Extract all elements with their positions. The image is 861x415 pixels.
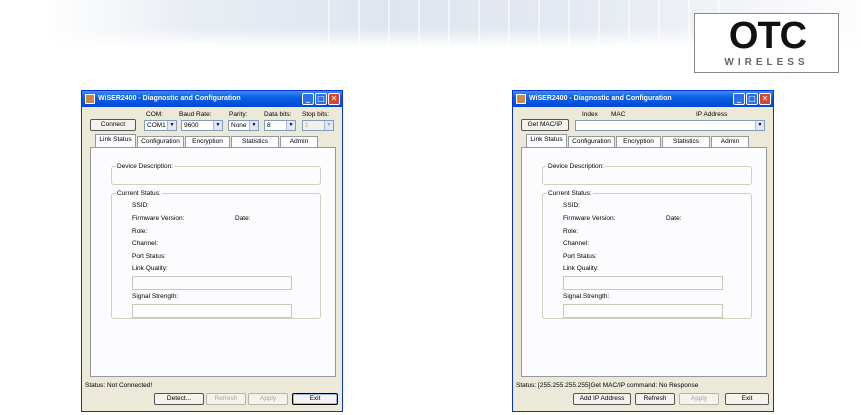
device-description-group: Device Description: (111, 162, 321, 185)
maximize-button[interactable]: □ (746, 93, 758, 105)
tab-link-status[interactable]: Link Status (526, 134, 567, 147)
ssid-label: SSID: (563, 202, 580, 209)
ip-address-column-label: IP Address (696, 111, 728, 118)
current-status-label: Current Status: (547, 189, 593, 198)
baud-rate-value: 9600 (184, 122, 199, 129)
logo-subtitle: WIRELESS (724, 57, 809, 68)
stop-bits-select[interactable]: 1 ▼ (302, 120, 334, 131)
device-select[interactable]: ▼ (575, 120, 765, 131)
firmware-version-label: Firmware Version: (132, 215, 185, 222)
current-status-label: Current Status: (116, 189, 162, 198)
chevron-down-icon[interactable]: ▼ (324, 121, 333, 130)
logo-mark: OTC (728, 15, 807, 57)
tab-admin[interactable]: Admin (280, 136, 318, 147)
link-quality-bar (563, 276, 723, 290)
app-icon (85, 94, 95, 104)
baud-rate-select[interactable]: 9600 ▼ (181, 120, 223, 131)
tab-link-status[interactable]: Link Status (95, 134, 136, 147)
signal-strength-bar (132, 304, 292, 318)
tab-admin[interactable]: Admin (711, 136, 749, 147)
chevron-down-icon[interactable]: ▼ (167, 121, 176, 130)
close-button[interactable]: ✕ (328, 93, 340, 105)
chevron-down-icon[interactable]: ▼ (286, 121, 295, 130)
signal-strength-label: Signal Strength: (132, 293, 179, 300)
refresh-button[interactable]: Refresh (635, 393, 675, 405)
app-icon (516, 94, 526, 104)
parity-label: Parity: (229, 111, 248, 118)
tab-statistics[interactable]: Statistics (231, 136, 279, 147)
status-text: Status: [255.255.255.255]Get MAC/IP comm… (516, 382, 699, 389)
signal-strength-label: Signal Strength: (563, 293, 610, 300)
chevron-down-icon[interactable]: ▼ (755, 121, 764, 130)
com-value: COM1 (147, 122, 166, 129)
apply-button[interactable]: Apply (248, 393, 288, 405)
device-description-group: Device Description: (542, 162, 752, 185)
com-label: COM: (146, 111, 163, 118)
tab-configuration[interactable]: Configuration (568, 136, 615, 147)
tab-encryption[interactable]: Encryption (185, 136, 230, 147)
link-status-panel: Device Description: Current Status: SSID… (90, 147, 336, 377)
window-title: WiSER2400 - Diagnostic and Configuration (529, 95, 672, 102)
chevron-down-icon[interactable]: ▼ (249, 121, 258, 130)
baud-rate-label: Baud Rate: (179, 111, 212, 118)
port-status-label: Port Status: (563, 253, 597, 260)
minimize-button[interactable]: _ (733, 93, 745, 105)
com-select[interactable]: COM1 ▼ (144, 120, 177, 131)
data-bits-value: 8 (267, 122, 271, 129)
link-quality-bar (132, 276, 292, 290)
chevron-down-icon[interactable]: ▼ (213, 121, 222, 130)
role-label: Role: (563, 228, 579, 235)
parity-value: None (231, 122, 247, 129)
signal-strength-bar (563, 304, 723, 318)
port-status-label: Port Status: (132, 253, 166, 260)
apply-button[interactable]: Apply (679, 393, 719, 405)
add-ip-address-button[interactable]: Add IP Address (573, 393, 631, 405)
date-label: Date: (235, 215, 251, 222)
tab-configuration[interactable]: Configuration (137, 136, 184, 147)
get-mac-ip-button[interactable]: Get MAC/IP (521, 119, 569, 131)
link-status-panel: Device Description: Current Status: SSID… (521, 147, 767, 377)
firmware-version-label: Firmware Version: (563, 215, 616, 222)
refresh-button[interactable]: Refresh (206, 393, 246, 405)
data-bits-label: Data bits: (264, 111, 292, 118)
link-quality-label: Link Quality: (132, 265, 168, 272)
channel-label: Channel: (132, 240, 159, 247)
date-label: Date: (666, 215, 682, 222)
role-label: Role: (132, 228, 148, 235)
stop-bits-value: 1 (305, 122, 309, 129)
tab-statistics[interactable]: Statistics (662, 136, 710, 147)
maximize-button[interactable]: □ (315, 93, 327, 105)
diagnostic-window-right: WiSER2400 - Diagnostic and Configuration… (512, 90, 774, 412)
link-quality-label: Link Quality: (563, 265, 599, 272)
index-column-label: Index (582, 111, 598, 118)
exit-button[interactable]: Exit (292, 393, 338, 405)
channel-label: Channel: (563, 240, 590, 247)
exit-button[interactable]: Exit (725, 393, 769, 405)
parity-select[interactable]: None ▼ (228, 120, 259, 131)
mac-column-label: MAC (611, 111, 626, 118)
close-button[interactable]: ✕ (759, 93, 771, 105)
stop-bits-label: Stop bits: (302, 111, 330, 118)
device-description-label: Device Description: (547, 162, 605, 171)
ssid-label: SSID: (132, 202, 149, 209)
device-description-label: Device Description: (116, 162, 174, 171)
current-status-group: Current Status: SSID: Firmware Version: … (542, 189, 752, 319)
detect-button[interactable]: Detect... (154, 393, 204, 405)
connect-button[interactable]: Connect (90, 119, 136, 131)
data-bits-select[interactable]: 8 ▼ (264, 120, 296, 131)
title-bar[interactable]: WiSER2400 - Diagnostic and Configuration… (82, 91, 342, 107)
current-status-group: Current Status: SSID: Firmware Version: … (111, 189, 321, 319)
status-text: Status: Not Connected! (85, 382, 153, 389)
otc-wireless-logo: OTC WIRELESS (694, 13, 839, 73)
diagnostic-window-left: WiSER2400 - Diagnostic and Configuration… (81, 90, 343, 412)
tab-encryption[interactable]: Encryption (616, 136, 661, 147)
minimize-button[interactable]: _ (302, 93, 314, 105)
title-bar[interactable]: WiSER2400 - Diagnostic and Configuration… (513, 91, 773, 107)
window-title: WiSER2400 - Diagnostic and Configuration (98, 95, 241, 102)
